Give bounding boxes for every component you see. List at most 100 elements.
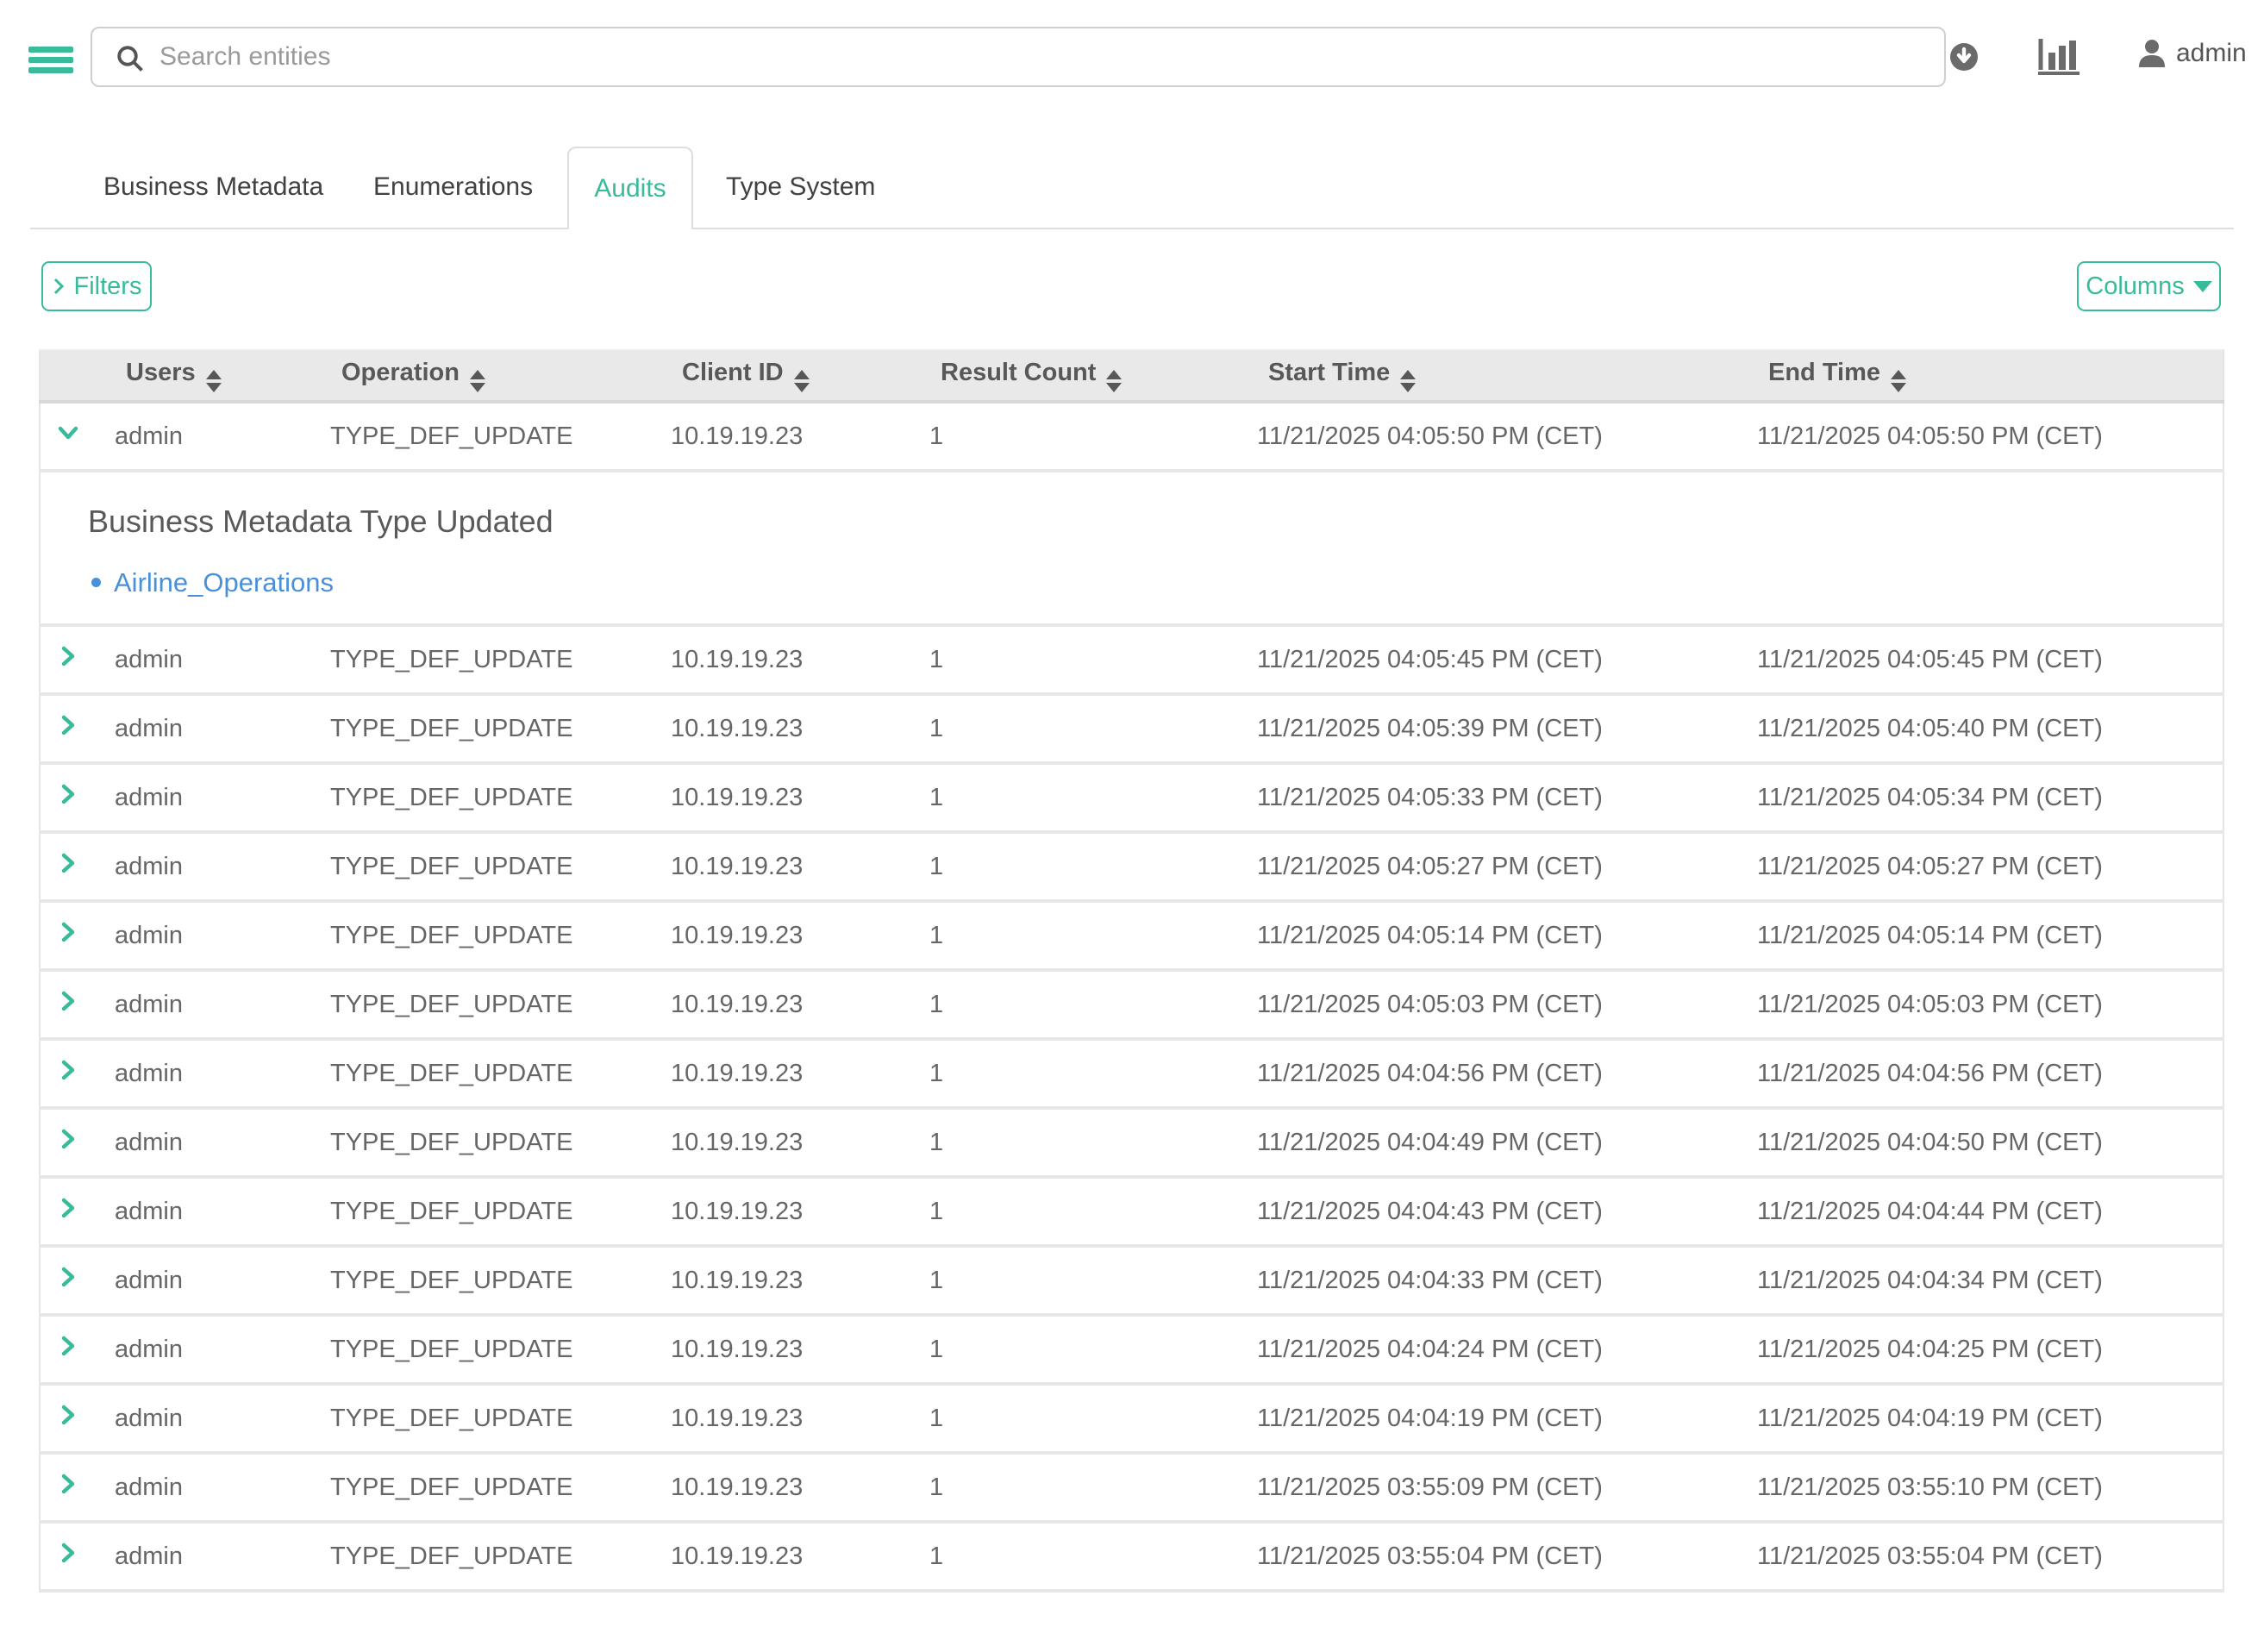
chevron-right-icon[interactable] bbox=[56, 1541, 80, 1565]
sort-icon bbox=[206, 370, 222, 392]
column-header-start-time[interactable]: Start Time bbox=[1238, 350, 1738, 402]
cell-result-count: 1 bbox=[910, 402, 1238, 471]
chevron-right-icon[interactable] bbox=[56, 1127, 80, 1151]
cell-end-time: 11/21/2025 04:05:14 PM (CET) bbox=[1738, 901, 2223, 970]
cell-end-time: 11/21/2025 04:04:19 PM (CET) bbox=[1738, 1384, 2223, 1453]
detail-link[interactable]: Airline_Operations bbox=[114, 567, 334, 598]
cell-operation: TYPE_DEF_UPDATE bbox=[311, 694, 652, 763]
table-header: Users Operation Client ID Result Count S… bbox=[40, 350, 2223, 402]
chevron-right-icon[interactable] bbox=[56, 1058, 80, 1082]
cell-operation: TYPE_DEF_UPDATE bbox=[311, 402, 652, 471]
table-row: admin TYPE_DEF_UPDATE 10.19.19.23 1 11/2… bbox=[40, 1177, 2223, 1246]
cell-end-time: 11/21/2025 04:04:44 PM (CET) bbox=[1738, 1177, 2223, 1246]
chevron-right-icon[interactable] bbox=[56, 1472, 80, 1496]
cell-result-count: 1 bbox=[910, 970, 1238, 1039]
chevron-right-icon[interactable] bbox=[56, 1265, 80, 1289]
cell-operation: TYPE_DEF_UPDATE bbox=[311, 832, 652, 901]
table-row: admin TYPE_DEF_UPDATE 10.19.19.23 1 11/2… bbox=[40, 832, 2223, 901]
sort-icon bbox=[794, 370, 810, 392]
filters-chevron-icon bbox=[52, 276, 66, 297]
cell-client-id: 10.19.19.23 bbox=[652, 1522, 910, 1591]
detail-links: Airline_Operations bbox=[88, 566, 2223, 600]
cell-operation: TYPE_DEF_UPDATE bbox=[311, 1039, 652, 1108]
statistics-icon[interactable] bbox=[2038, 39, 2081, 79]
cell-operation: TYPE_DEF_UPDATE bbox=[311, 1246, 652, 1315]
menu-icon[interactable] bbox=[28, 47, 73, 72]
table-row: admin TYPE_DEF_UPDATE 10.19.19.23 1 11/2… bbox=[40, 1315, 2223, 1384]
cell-start-time: 11/21/2025 04:05:45 PM (CET) bbox=[1238, 625, 1738, 694]
cell-client-id: 10.19.19.23 bbox=[652, 625, 910, 694]
user-icon bbox=[2136, 38, 2167, 69]
table-row: admin TYPE_DEF_UPDATE 10.19.19.23 1 11/2… bbox=[40, 763, 2223, 832]
cell-start-time: 11/21/2025 04:04:24 PM (CET) bbox=[1238, 1315, 1738, 1384]
tab-enumerations[interactable]: Enumerations bbox=[373, 147, 533, 228]
search-input[interactable] bbox=[159, 30, 1927, 84]
search-box bbox=[91, 27, 1946, 87]
cell-users: admin bbox=[96, 1246, 311, 1315]
chevron-right-icon[interactable] bbox=[56, 989, 80, 1013]
cell-users: admin bbox=[96, 625, 311, 694]
cell-result-count: 1 bbox=[910, 1039, 1238, 1108]
cell-result-count: 1 bbox=[910, 901, 1238, 970]
table-row: admin TYPE_DEF_UPDATE 10.19.19.23 1 11/2… bbox=[40, 1453, 2223, 1522]
cell-start-time: 11/21/2025 04:04:19 PM (CET) bbox=[1238, 1384, 1738, 1453]
cell-users: admin bbox=[96, 1315, 311, 1384]
filters-label: Filters bbox=[74, 272, 142, 301]
cell-start-time: 11/21/2025 04:04:56 PM (CET) bbox=[1238, 1039, 1738, 1108]
columns-label: Columns bbox=[2086, 272, 2184, 301]
cell-start-time: 11/21/2025 03:55:04 PM (CET) bbox=[1238, 1522, 1738, 1591]
cell-client-id: 10.19.19.23 bbox=[652, 1384, 910, 1453]
column-header-result-count[interactable]: Result Count bbox=[910, 350, 1238, 402]
cell-end-time: 11/21/2025 04:04:56 PM (CET) bbox=[1738, 1039, 2223, 1108]
cell-start-time: 11/21/2025 04:05:39 PM (CET) bbox=[1238, 694, 1738, 763]
chevron-right-icon[interactable] bbox=[56, 1403, 80, 1427]
cell-users: admin bbox=[96, 1108, 311, 1177]
column-header-operation[interactable]: Operation bbox=[311, 350, 652, 402]
cell-result-count: 1 bbox=[910, 1453, 1238, 1522]
cell-client-id: 10.19.19.23 bbox=[652, 694, 910, 763]
cell-end-time: 11/21/2025 04:05:50 PM (CET) bbox=[1738, 402, 2223, 471]
cell-start-time: 11/21/2025 04:05:50 PM (CET) bbox=[1238, 402, 1738, 471]
cell-client-id: 10.19.19.23 bbox=[652, 1246, 910, 1315]
cell-client-id: 10.19.19.23 bbox=[652, 970, 910, 1039]
cell-users: admin bbox=[96, 1453, 311, 1522]
download-icon[interactable] bbox=[1949, 42, 1979, 76]
cell-operation: TYPE_DEF_UPDATE bbox=[311, 1384, 652, 1453]
column-header-client-id[interactable]: Client ID bbox=[652, 350, 910, 402]
table-row: admin TYPE_DEF_UPDATE 10.19.19.23 1 11/2… bbox=[40, 901, 2223, 970]
cell-operation: TYPE_DEF_UPDATE bbox=[311, 970, 652, 1039]
chevron-right-icon[interactable] bbox=[56, 782, 80, 806]
user-menu[interactable]: admin bbox=[2136, 38, 2247, 69]
cell-start-time: 11/21/2025 04:05:03 PM (CET) bbox=[1238, 970, 1738, 1039]
column-header-end-time[interactable]: End Time bbox=[1738, 350, 2223, 402]
cell-end-time: 11/21/2025 04:04:34 PM (CET) bbox=[1738, 1246, 2223, 1315]
chevron-right-icon[interactable] bbox=[56, 920, 80, 944]
cell-operation: TYPE_DEF_UPDATE bbox=[311, 763, 652, 832]
chevron-right-icon[interactable] bbox=[56, 713, 80, 737]
cell-start-time: 11/21/2025 03:55:09 PM (CET) bbox=[1238, 1453, 1738, 1522]
chevron-right-icon[interactable] bbox=[56, 1196, 80, 1220]
detail-title: Business Metadata Type Updated bbox=[88, 504, 2223, 540]
search-icon bbox=[115, 43, 146, 74]
cell-client-id: 10.19.19.23 bbox=[652, 901, 910, 970]
table-row: admin TYPE_DEF_UPDATE 10.19.19.23 1 11/2… bbox=[40, 1039, 2223, 1108]
columns-button[interactable]: Columns bbox=[2077, 261, 2221, 311]
cell-start-time: 11/21/2025 04:05:27 PM (CET) bbox=[1238, 832, 1738, 901]
column-header-users[interactable]: Users bbox=[96, 350, 311, 402]
tab-audits[interactable]: Audits bbox=[567, 147, 693, 229]
top-bar: admin bbox=[0, 0, 2264, 114]
cell-operation: TYPE_DEF_UPDATE bbox=[311, 901, 652, 970]
tab-underline bbox=[30, 228, 2234, 229]
cell-operation: TYPE_DEF_UPDATE bbox=[311, 1108, 652, 1177]
sort-icon bbox=[1106, 370, 1122, 392]
tab-type-system[interactable]: Type System bbox=[726, 147, 875, 228]
cell-result-count: 1 bbox=[910, 625, 1238, 694]
chevron-right-icon[interactable] bbox=[56, 1334, 80, 1358]
cell-operation: TYPE_DEF_UPDATE bbox=[311, 1315, 652, 1384]
filters-button[interactable]: Filters bbox=[41, 261, 152, 311]
tab-business-metadata[interactable]: Business Metadata bbox=[103, 147, 323, 228]
chevron-right-icon[interactable] bbox=[56, 644, 80, 668]
sort-icon bbox=[470, 370, 485, 392]
chevron-right-icon[interactable] bbox=[56, 851, 80, 875]
chevron-down-icon[interactable] bbox=[56, 421, 80, 445]
